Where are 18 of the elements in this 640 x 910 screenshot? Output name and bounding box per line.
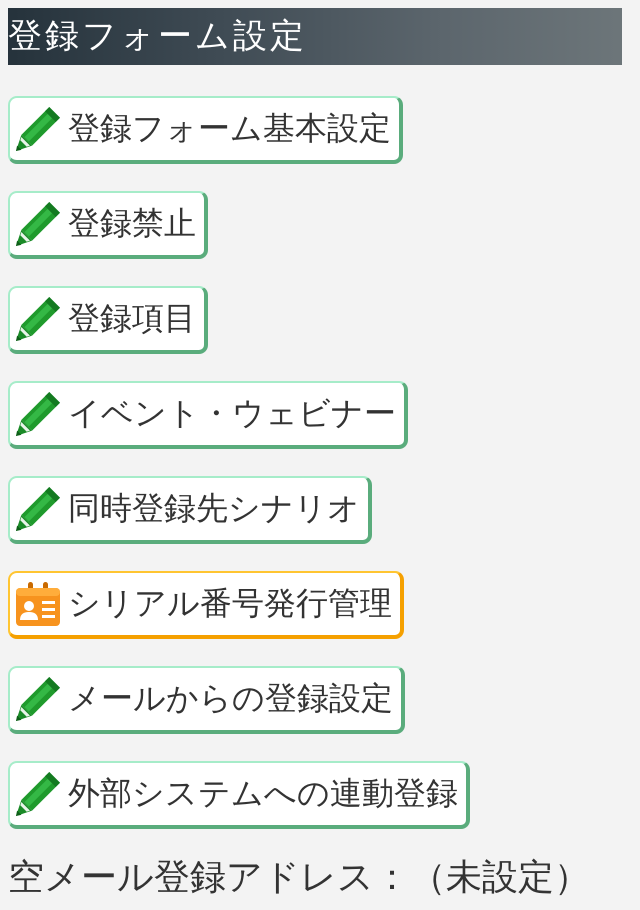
id-card-icon: [16, 582, 60, 626]
pencil-icon: [16, 107, 60, 151]
pencil-icon: [16, 202, 60, 246]
edit-button[interactable]: 登録禁止: [8, 191, 208, 259]
section-title: 登録フォーム設定: [8, 8, 622, 65]
serial-button[interactable]: シリアル番号発行管理: [8, 571, 404, 639]
pencil-icon: [16, 772, 60, 816]
edit-button[interactable]: 登録フォーム基本設定: [8, 96, 403, 164]
edit-button[interactable]: 同時登録先シナリオ: [8, 476, 372, 544]
edit-button[interactable]: 登録項目: [8, 286, 208, 354]
pencil-icon: [16, 392, 60, 436]
pencil-icon: [16, 677, 60, 721]
edit-button[interactable]: 外部システムへの連動登録: [8, 761, 470, 829]
empty-mail-address-text: 空メール登録アドレス：（未設定）: [8, 856, 591, 900]
pencil-icon: [16, 297, 60, 341]
pencil-icon: [16, 487, 60, 531]
edit-button[interactable]: メールからの登録設定: [8, 666, 405, 734]
edit-button[interactable]: イベント・ウェビナー: [8, 381, 408, 449]
